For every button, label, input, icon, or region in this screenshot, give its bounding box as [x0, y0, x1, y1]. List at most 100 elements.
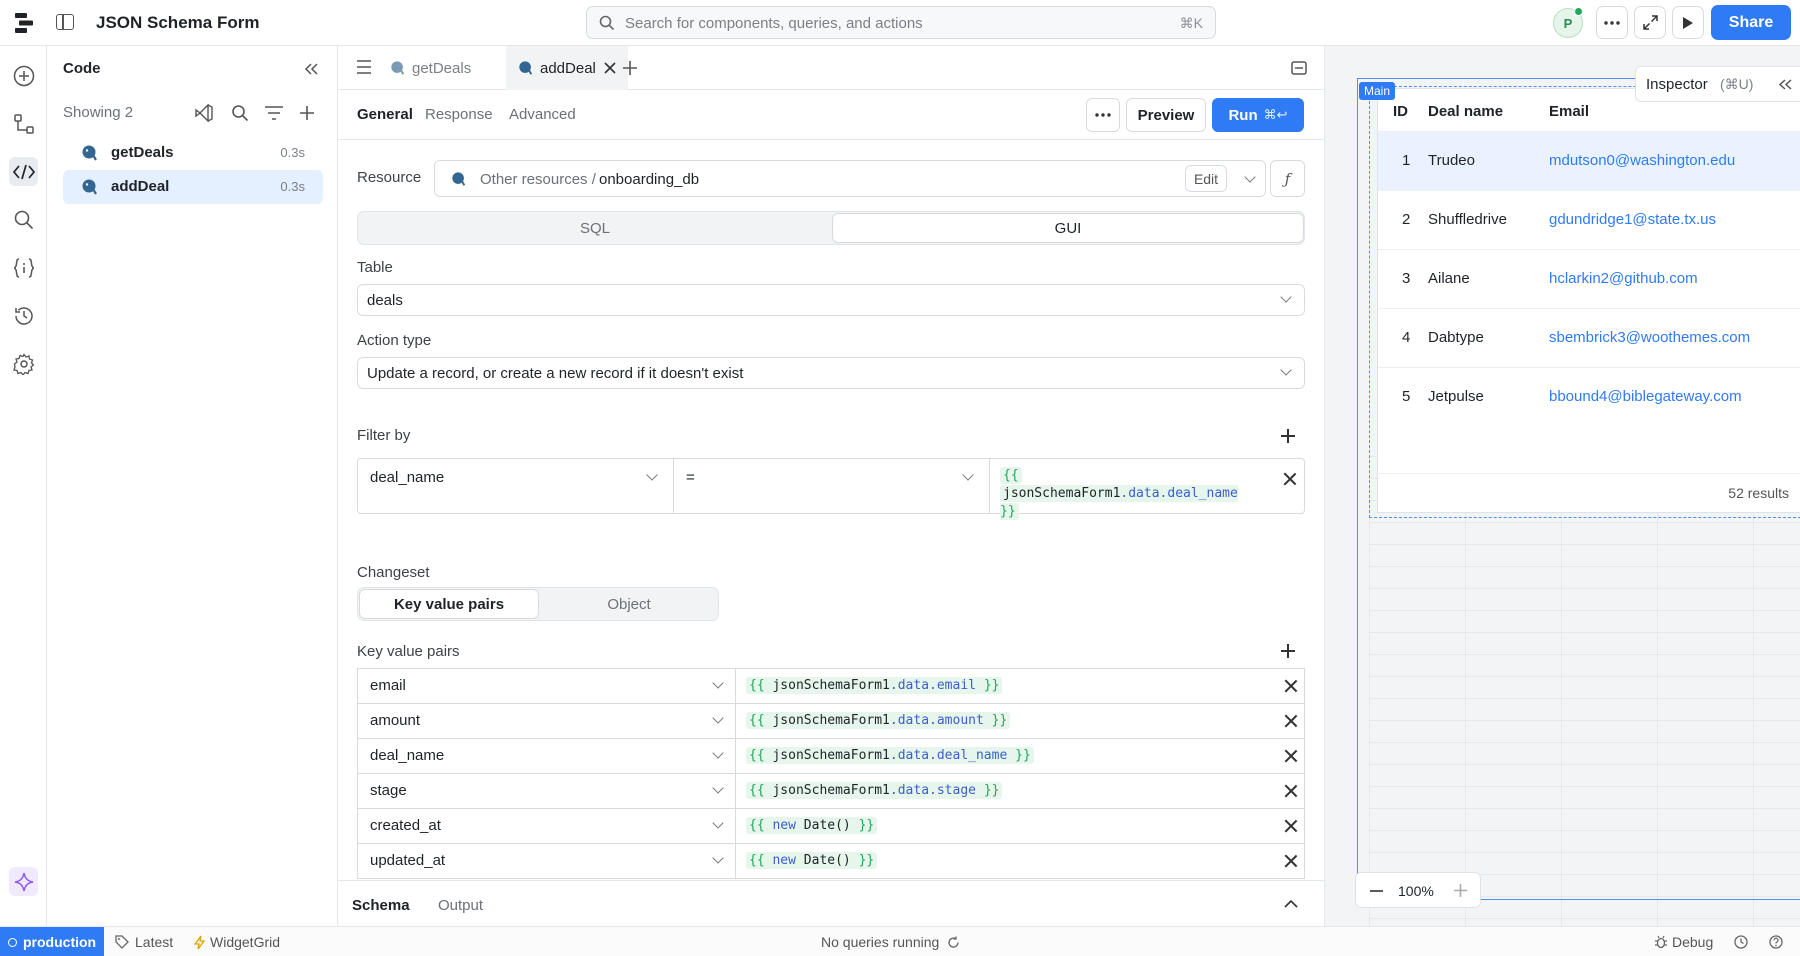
vscode-icon[interactable] — [195, 104, 213, 122]
remove-row-icon[interactable] — [1284, 714, 1298, 728]
kv-value[interactable]: {{ new Date() }} — [746, 817, 878, 834]
subtab-general[interactable]: General — [357, 106, 413, 123]
debug-button[interactable]: Debug — [1654, 934, 1713, 950]
kv-value[interactable]: {{ jsonSchemaForm1.data.amount }} — [746, 712, 1011, 729]
ellipsis-icon — [1604, 20, 1620, 25]
preview-app-button[interactable] — [1672, 6, 1704, 39]
rail-search-button[interactable] — [9, 205, 38, 234]
share-button[interactable]: Share — [1711, 5, 1791, 40]
gear-icon — [12, 352, 34, 375]
subtab-response[interactable]: Response — [425, 106, 493, 123]
search-icon[interactable] — [231, 104, 249, 122]
fullscreen-button[interactable] — [1634, 6, 1666, 39]
template-ref: jsonSchemaForm1 — [1003, 486, 1121, 501]
lightning-icon — [194, 935, 206, 949]
changeset-object[interactable]: Object — [539, 588, 719, 620]
filter-column-select[interactable]: deal_name — [358, 459, 674, 513]
more-options-button[interactable] — [1596, 6, 1628, 39]
refresh-icon[interactable] — [947, 936, 960, 949]
environment-name: production — [23, 934, 97, 950]
minimize-editor-icon[interactable] — [1291, 61, 1307, 75]
help-icon[interactable] — [1769, 935, 1783, 949]
chevron-down-icon[interactable] — [712, 747, 724, 759]
remove-row-icon[interactable] — [1284, 679, 1298, 693]
chevron-down-icon[interactable] — [712, 852, 724, 864]
environment-badge[interactable]: production — [0, 927, 104, 956]
kv-key[interactable]: deal_name — [370, 747, 444, 764]
remove-filter-icon[interactable] — [1283, 472, 1297, 486]
preview-button[interactable]: Preview — [1126, 98, 1206, 132]
chevron-down-icon[interactable] — [712, 677, 724, 689]
rail-state-button[interactable] — [9, 253, 38, 282]
rail-ai-assist-button[interactable] — [9, 867, 38, 896]
chevron-down-icon[interactable] — [712, 712, 724, 724]
template-prop: .data.deal_name — [1120, 486, 1238, 501]
run-button[interactable]: Run ⌘↩ — [1212, 98, 1304, 132]
remove-row-icon[interactable] — [1284, 819, 1298, 833]
query-more-button[interactable] — [1086, 98, 1120, 132]
mode-gui[interactable]: GUI — [832, 213, 1304, 243]
add-query-icon[interactable] — [299, 105, 315, 121]
rail-add-button[interactable] — [9, 61, 38, 90]
function-button[interactable]: ƒ — [1270, 160, 1305, 197]
debug-label: Debug — [1672, 934, 1714, 950]
kv-key[interactable]: email — [370, 677, 406, 694]
tab-adddeal[interactable]: addDeal — [506, 46, 628, 90]
remove-row-icon[interactable] — [1284, 784, 1298, 798]
search-input[interactable]: Search for components, queries, and acti… — [586, 6, 1216, 39]
query-count: Showing 2 — [63, 104, 134, 121]
tab-getdeals[interactable]: getDeals — [390, 46, 471, 90]
hamburger-menu-icon[interactable] — [356, 60, 372, 74]
template-prop: .data.deal_name — [889, 748, 1008, 763]
subtab-advanced[interactable]: Advanced — [509, 106, 576, 123]
chevron-up-icon[interactable] — [1284, 899, 1298, 908]
query-item-adddeal[interactable]: addDeal 0.3s — [63, 170, 323, 204]
mode-sql[interactable]: SQL — [358, 212, 832, 244]
changeset-key-value[interactable]: Key value pairs — [359, 589, 539, 619]
kv-value[interactable]: {{ jsonSchemaForm1.data.email }} — [746, 677, 1003, 694]
close-tab-icon[interactable] — [604, 62, 616, 74]
rail-history-button[interactable] — [9, 301, 38, 330]
panel-toggle-icon[interactable] — [56, 14, 74, 30]
add-key-value-icon[interactable] — [1281, 644, 1295, 658]
inspector-label: Inspector — [1646, 76, 1708, 93]
zoom-out-icon[interactable] — [1370, 890, 1383, 892]
rail-settings-button[interactable] — [9, 349, 38, 378]
add-tab-icon[interactable] — [622, 60, 638, 76]
tab-schema[interactable]: Schema — [352, 897, 410, 914]
kv-value[interactable]: {{ jsonSchemaForm1.data.stage }} — [746, 782, 1003, 799]
kv-key[interactable]: created_at — [370, 817, 441, 834]
edit-resource-button[interactable]: Edit — [1185, 165, 1227, 192]
table-select[interactable]: deals — [357, 284, 1305, 316]
filter-icon[interactable] — [264, 105, 284, 121]
chevron-down-icon[interactable] — [712, 782, 724, 794]
kv-key[interactable]: updated_at — [370, 852, 445, 869]
tab-output[interactable]: Output — [438, 897, 483, 914]
remove-row-icon[interactable] — [1284, 854, 1298, 868]
action-type-select[interactable]: Update a record, or create a new record … — [357, 357, 1305, 389]
kv-key[interactable]: amount — [370, 712, 420, 729]
retool-logo-icon[interactable] — [14, 12, 36, 34]
kv-value[interactable]: {{ new Date() }} — [746, 852, 878, 869]
chevron-down-icon[interactable] — [712, 817, 724, 829]
rail-code-button[interactable] — [9, 157, 38, 186]
query-item-getdeals[interactable]: getDeals 0.3s — [63, 136, 323, 170]
template-close: }} — [858, 853, 875, 868]
remove-row-icon[interactable] — [1284, 749, 1298, 763]
inspector-toggle[interactable]: Inspector (⌘U) — [1635, 66, 1800, 102]
add-filter-icon[interactable] — [1281, 429, 1295, 443]
resource-select[interactable]: Other resources / onboarding_db Edit — [434, 160, 1266, 197]
kv-key[interactable]: stage — [370, 782, 407, 799]
rail-tree-button[interactable] — [9, 109, 38, 138]
widget-grid-link[interactable]: WidgetGrid — [194, 934, 280, 950]
filter-operator-select[interactable]: = — [674, 459, 990, 513]
kv-value[interactable]: {{ jsonSchemaForm1.data.deal_name }} — [746, 747, 1034, 764]
template-open: {{ — [1000, 467, 1022, 484]
release-version[interactable]: Latest — [115, 934, 173, 950]
history-icon[interactable] — [1734, 935, 1748, 949]
collapse-panel-icon[interactable] — [304, 63, 318, 75]
expand-inspector-icon[interactable] — [1779, 79, 1792, 90]
zoom-in-icon[interactable] — [1454, 884, 1467, 897]
filter-value-input[interactable]: {{ jsonSchemaForm1.data.deal_name }} — [1000, 467, 1260, 521]
chevron-down-icon[interactable] — [1244, 171, 1256, 183]
